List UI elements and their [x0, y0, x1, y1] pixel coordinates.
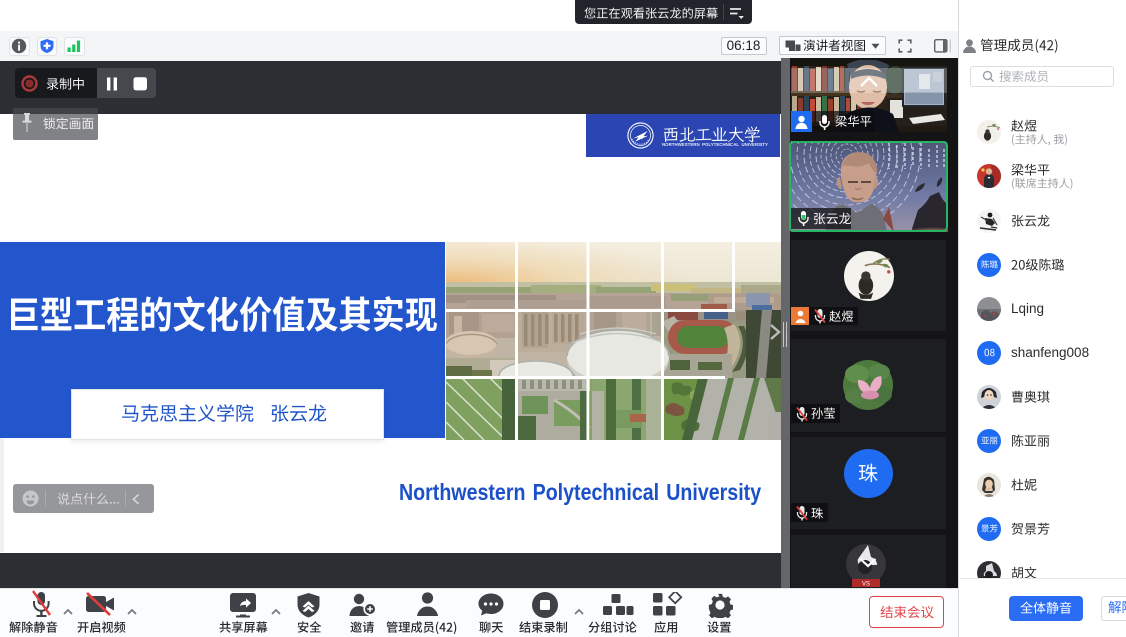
svg-text:VS: VS	[862, 582, 870, 588]
